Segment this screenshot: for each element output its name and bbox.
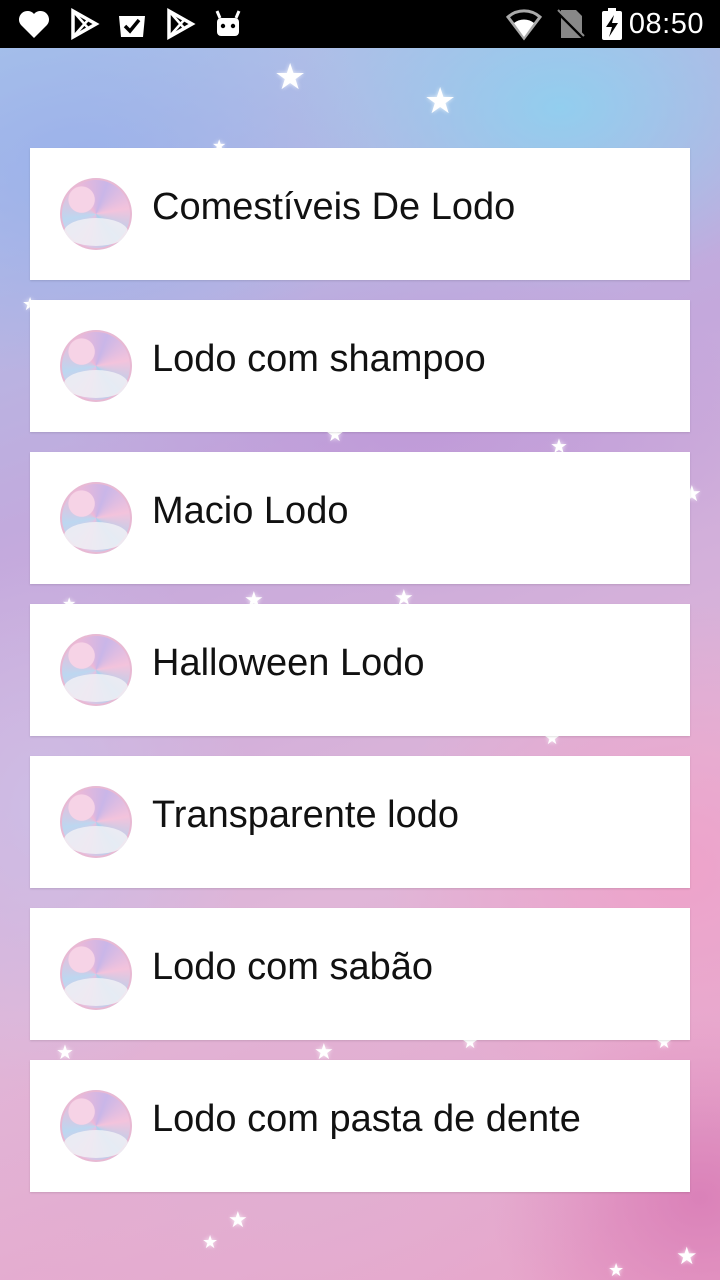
clock: 08:50 <box>628 8 704 40</box>
battery-charging-icon <box>602 8 622 40</box>
slime-thumbnail <box>60 634 132 706</box>
menu-list: Comestíveis De Lodo Lodo com shampoo Mac… <box>30 148 690 1212</box>
heart-icon <box>18 10 50 39</box>
menu-item-label: Comestíveis De Lodo <box>152 186 516 228</box>
play-store-icon <box>167 8 196 40</box>
menu-item-comestiveis-de-lodo[interactable]: Comestíveis De Lodo <box>30 148 690 280</box>
menu-item-lodo-com-shampoo[interactable]: Lodo com shampoo <box>30 300 690 432</box>
slime-thumbnail <box>60 330 132 402</box>
menu-item-label: Transparente lodo <box>152 794 460 836</box>
star-decoration: ★ <box>608 1260 625 1280</box>
menu-item-label: Lodo com pasta de dente <box>152 1098 581 1140</box>
android-icon <box>215 10 241 36</box>
play-store-icon <box>71 8 100 40</box>
check-bag-icon <box>119 16 145 37</box>
slime-thumbnail <box>60 938 132 1010</box>
slime-thumbnail <box>60 178 132 250</box>
menu-item-lodo-com-sabao[interactable]: Lodo com sabão <box>30 908 690 1040</box>
menu-item-transparente-lodo[interactable]: Transparente lodo <box>30 756 690 888</box>
menu-item-label: Lodo com sabão <box>152 946 433 988</box>
wifi-icon <box>506 9 542 41</box>
star-decoration: ★ <box>274 57 307 98</box>
menu-item-label: Macio Lodo <box>152 490 349 532</box>
star-decoration: ★ <box>676 1242 698 1270</box>
star-decoration: ★ <box>228 1208 248 1233</box>
menu-item-macio-lodo[interactable]: Macio Lodo <box>30 452 690 584</box>
menu-item-lodo-com-pasta-de-dente[interactable]: Lodo com pasta de dente <box>30 1060 690 1192</box>
star-decoration: ★ <box>424 81 457 122</box>
slime-thumbnail <box>60 786 132 858</box>
menu-item-label: Lodo com shampoo <box>152 338 486 380</box>
status-bar: 08:50 <box>0 0 720 48</box>
menu-item-halloween-lodo[interactable]: Halloween Lodo <box>30 604 690 736</box>
star-decoration: ★ <box>202 1232 219 1253</box>
slime-thumbnail <box>60 1090 132 1162</box>
menu-item-label: Halloween Lodo <box>152 642 425 684</box>
slime-thumbnail <box>60 482 132 554</box>
no-sim-icon <box>554 8 586 40</box>
